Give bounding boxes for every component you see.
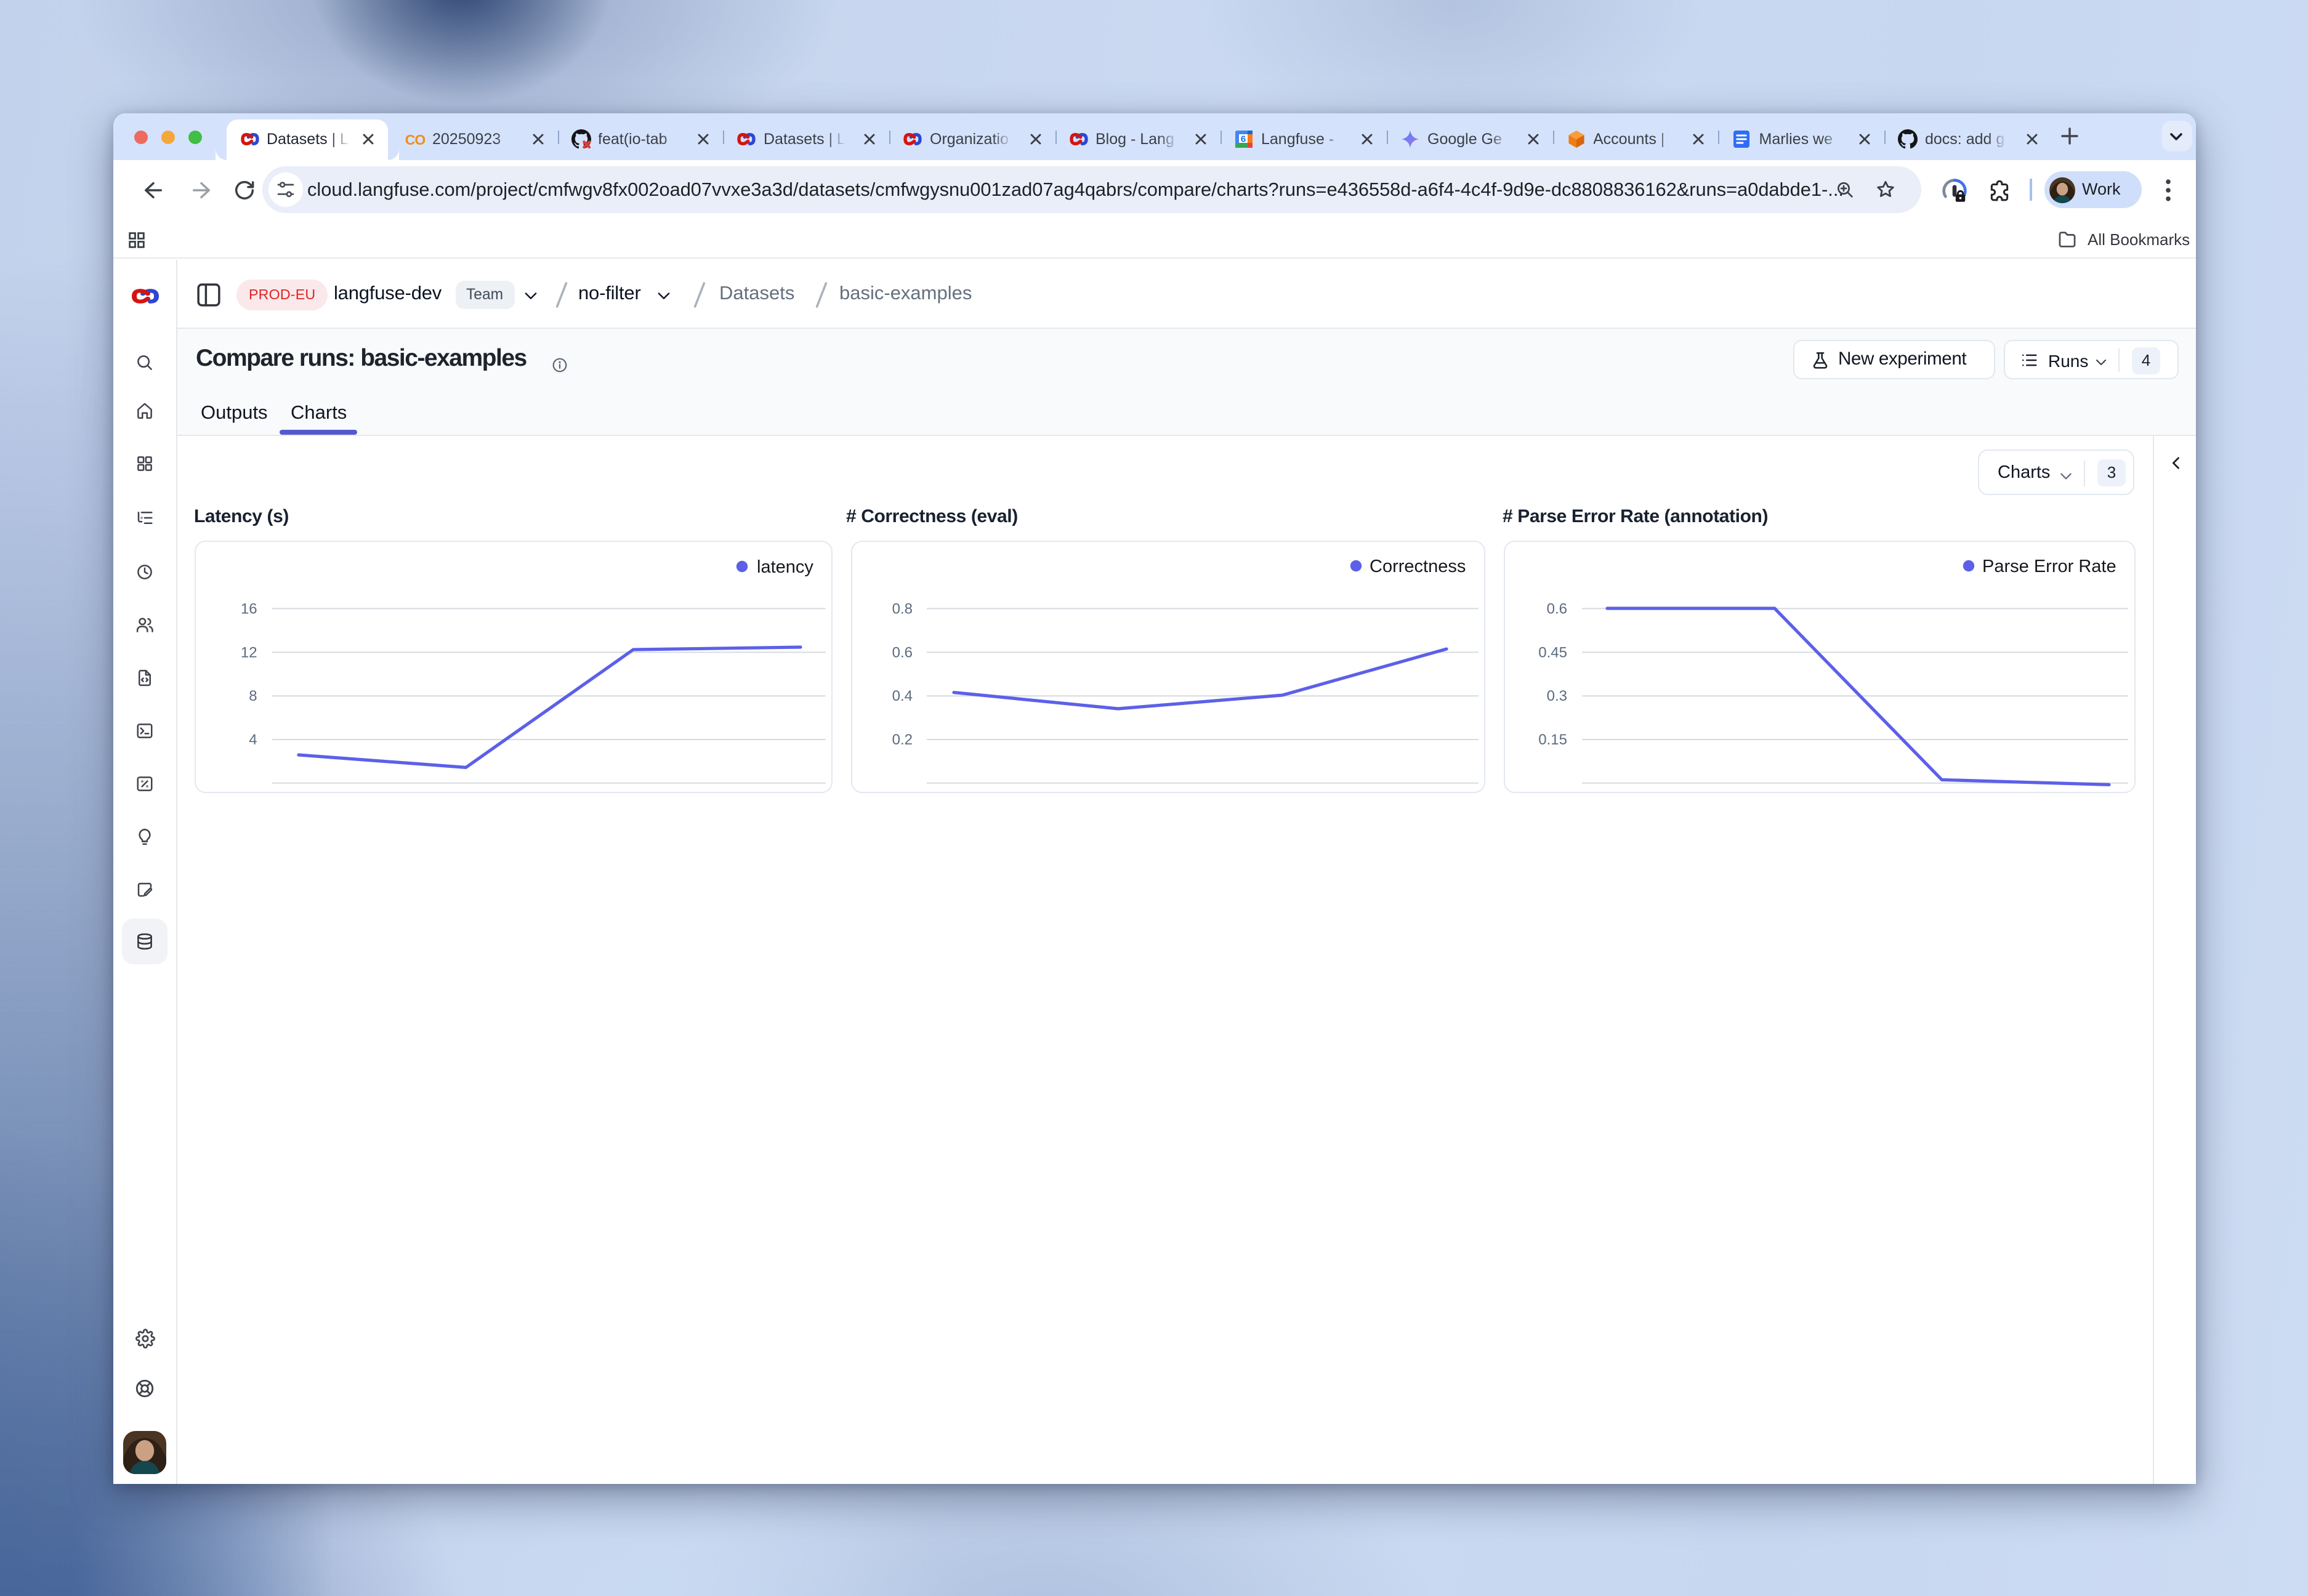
svg-text:CO: CO — [405, 132, 425, 148]
svg-text:8: 8 — [248, 687, 256, 704]
svg-text:6: 6 — [1241, 134, 1246, 144]
svg-text:0.6: 0.6 — [1546, 600, 1567, 616]
svg-text:Correctness: Correctness — [1369, 556, 1465, 576]
svg-text:0.45: 0.45 — [1538, 643, 1567, 660]
svg-text:latency: latency — [756, 557, 813, 576]
svg-text:0.2: 0.2 — [892, 731, 912, 748]
svg-text:4: 4 — [248, 731, 256, 748]
svg-text:12: 12 — [240, 643, 257, 660]
svg-text:0.3: 0.3 — [1546, 687, 1567, 704]
svg-text:0.6: 0.6 — [892, 643, 912, 660]
svg-text:Parse Error Rate: Parse Error Rate — [1982, 556, 2116, 576]
svg-text:16: 16 — [240, 600, 257, 616]
svg-text:0.15: 0.15 — [1538, 731, 1567, 748]
svg-text:0.4: 0.4 — [892, 687, 912, 704]
svg-text:0.8: 0.8 — [892, 600, 912, 616]
